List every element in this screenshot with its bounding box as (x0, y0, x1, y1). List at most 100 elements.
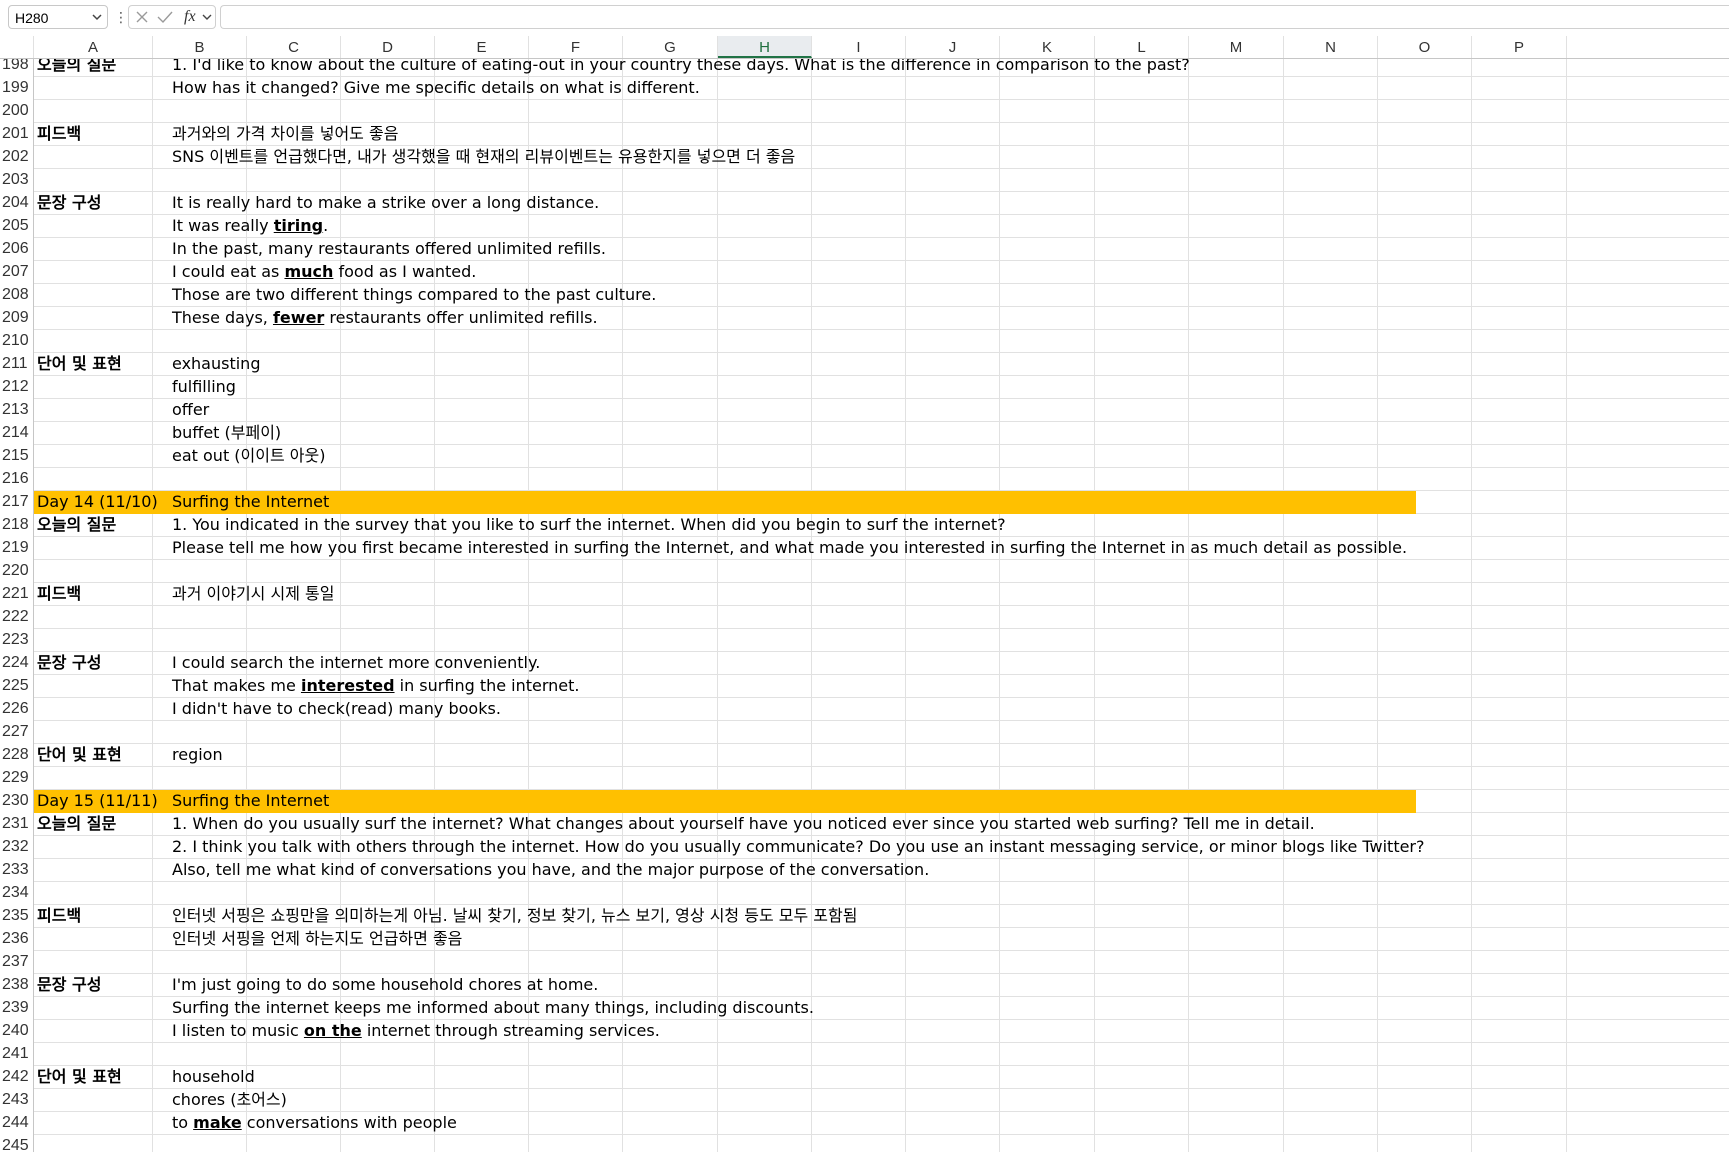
cell-b[interactable]: region (172, 744, 223, 767)
cell-a[interactable]: 오늘의 질문 (37, 514, 116, 537)
table-row[interactable]: 220 (0, 560, 1729, 583)
row-number[interactable]: 211 (0, 353, 34, 376)
cell-b[interactable]: It was really tiring. (172, 215, 328, 238)
table-row[interactable]: 204 문장 구성 It is really hard to make a stri… (0, 192, 1729, 215)
table-row[interactable]: 213 offer (0, 399, 1729, 422)
cell-b[interactable]: 1. When do you usually surf the internet… (172, 813, 1315, 836)
column-header-g[interactable]: G (623, 36, 718, 58)
cell-b[interactable]: In the past, many restaurants offered un… (172, 238, 606, 261)
row-number[interactable]: 224 (0, 652, 34, 675)
row-number[interactable]: 239 (0, 997, 34, 1020)
row-number[interactable]: 243 (0, 1089, 34, 1112)
cell-b[interactable]: Also, tell me what kind of conversations… (172, 859, 929, 882)
table-row[interactable]: 216 (0, 468, 1729, 491)
row-number[interactable]: 235 (0, 905, 34, 928)
cell-b[interactable]: How has it changed? Give me specific det… (172, 77, 700, 100)
row-number[interactable]: 231 (0, 813, 34, 836)
column-header-l[interactable]: L (1095, 36, 1189, 58)
cell-a[interactable]: 단어 및 표현 (37, 1066, 122, 1089)
table-row[interactable]: 211 단어 및 표현 exhausting (0, 353, 1729, 376)
row-number[interactable]: 199 (0, 77, 34, 100)
cell-b[interactable]: Surfing the Internet (172, 491, 329, 514)
row-number[interactable]: 205 (0, 215, 34, 238)
table-row[interactable]: 209 These days, fewer restaurants offer u… (0, 307, 1729, 330)
table-row[interactable]: 237 (0, 951, 1729, 974)
column-header-e[interactable]: E (435, 36, 529, 58)
row-number[interactable]: 203 (0, 169, 34, 192)
row-number[interactable]: 213 (0, 399, 34, 422)
table-row[interactable]: 228 단어 및 표현 region (0, 744, 1729, 767)
table-row[interactable]: 227 (0, 721, 1729, 744)
insert-function-icon[interactable]: fx (184, 6, 196, 28)
row-number[interactable]: 245 (0, 1135, 34, 1152)
sheet-grid[interactable]: 198 오늘의 질문 1. I'd like to know about the c… (0, 59, 1729, 1152)
table-row[interactable]: 219 Please tell me how you first became i… (0, 537, 1729, 560)
row-number[interactable]: 222 (0, 606, 34, 629)
table-row[interactable]: 238 문장 구성 I'm just going to do some househ… (0, 974, 1729, 997)
table-row[interactable]: 242 단어 및 표현 household (0, 1066, 1729, 1089)
table-row[interactable]: 245 (0, 1135, 1729, 1152)
row-number[interactable]: 204 (0, 192, 34, 215)
table-row[interactable]: 243 chores (초어스) (0, 1089, 1729, 1112)
column-header-f[interactable]: F (529, 36, 623, 58)
cell-b[interactable]: I didn't have to check(read) many books. (172, 698, 501, 721)
row-number[interactable]: 219 (0, 537, 34, 560)
cell-b[interactable]: 과거 이야기시 시제 통일 (172, 583, 334, 606)
table-row[interactable]: 235 피드백 인터넷 서핑은 쇼핑만을 의미하는게 아님. 날씨 찾기, 정보 찾… (0, 905, 1729, 928)
cell-b[interactable]: It is really hard to make a strike over … (172, 192, 599, 215)
column-header-o[interactable]: O (1378, 36, 1472, 58)
table-row[interactable]: 224 문장 구성 I could search the internet more… (0, 652, 1729, 675)
row-number[interactable]: 232 (0, 836, 34, 859)
cell-a[interactable]: Day 15 (11/11) (37, 790, 158, 813)
table-row[interactable]: 201 피드백 과거와의 가격 차이를 넣어도 좋음 (0, 123, 1729, 146)
row-number[interactable]: 238 (0, 974, 34, 997)
table-row[interactable]: 240 I listen to music on the internet thr… (0, 1020, 1729, 1043)
row-number[interactable]: 218 (0, 514, 34, 537)
row-number[interactable]: 198 (0, 59, 34, 77)
table-row[interactable]: 231 오늘의 질문 1. When do you usually surf the… (0, 813, 1729, 836)
chevron-down-icon[interactable] (91, 9, 103, 25)
row-number[interactable]: 223 (0, 629, 34, 652)
enter-check-icon[interactable] (157, 10, 173, 24)
name-box[interactable]: H280 (8, 5, 108, 29)
row-number[interactable]: 234 (0, 882, 34, 905)
table-row[interactable]: 223 (0, 629, 1729, 652)
table-row[interactable]: 217 Day 14 (11/10) Surfing the Internet (0, 491, 1729, 514)
table-row[interactable]: 210 (0, 330, 1729, 353)
table-row[interactable]: 233 Also, tell me what kind of conversati… (0, 859, 1729, 882)
column-header-c[interactable]: C (247, 36, 341, 58)
cell-b[interactable]: offer (172, 399, 209, 422)
cell-b[interactable]: SNS 이벤트를 언급했다면, 내가 생각했을 때 현재의 리뷰이벤트는 유용한… (172, 146, 795, 169)
row-number[interactable]: 236 (0, 928, 34, 951)
row-number[interactable]: 209 (0, 307, 34, 330)
cell-b[interactable]: Surfing the internet keeps me informed a… (172, 997, 814, 1020)
row-number[interactable]: 237 (0, 951, 34, 974)
table-row[interactable]: 212 fulfilling (0, 376, 1729, 399)
cell-b[interactable]: I'm just going to do some household chor… (172, 974, 598, 997)
row-number[interactable]: 244 (0, 1112, 34, 1135)
cell-b[interactable]: 2. I think you talk with others through … (172, 836, 1425, 859)
cell-b[interactable]: I listen to music on the internet throug… (172, 1020, 660, 1043)
table-row[interactable]: 234 (0, 882, 1729, 905)
table-row[interactable]: 198 오늘의 질문 1. I'd like to know about the c… (0, 59, 1729, 77)
row-number[interactable]: 241 (0, 1043, 34, 1066)
table-row[interactable]: 218 오늘의 질문 1. You indicated in the survey … (0, 514, 1729, 537)
table-row[interactable]: 202 SNS 이벤트를 언급했다면, 내가 생각했을 때 현재의 리뷰이벤트는 … (0, 146, 1729, 169)
cell-b[interactable]: buffet (부페이) (172, 422, 281, 445)
row-number[interactable]: 216 (0, 468, 34, 491)
cell-a[interactable]: 피드백 (37, 583, 81, 606)
cell-a[interactable]: Day 14 (11/10) (37, 491, 158, 514)
table-row[interactable]: 225 That makes me interested in surfing t… (0, 675, 1729, 698)
cell-a[interactable]: 피드백 (37, 905, 81, 928)
table-row[interactable]: 239 Surfing the internet keeps me informe… (0, 997, 1729, 1020)
table-row[interactable]: 229 (0, 767, 1729, 790)
cancel-icon[interactable] (135, 10, 149, 24)
cell-b[interactable]: Please tell me how you first became inte… (172, 537, 1407, 560)
table-row[interactable]: 241 (0, 1043, 1729, 1066)
table-row[interactable]: 199 How has it changed? Give me specific … (0, 77, 1729, 100)
cell-b[interactable]: Those are two different things compared … (172, 284, 656, 307)
row-number[interactable]: 201 (0, 123, 34, 146)
row-number[interactable]: 217 (0, 491, 34, 514)
column-header-n[interactable]: N (1284, 36, 1378, 58)
table-row[interactable]: 244 to make conversations with people (0, 1112, 1729, 1135)
